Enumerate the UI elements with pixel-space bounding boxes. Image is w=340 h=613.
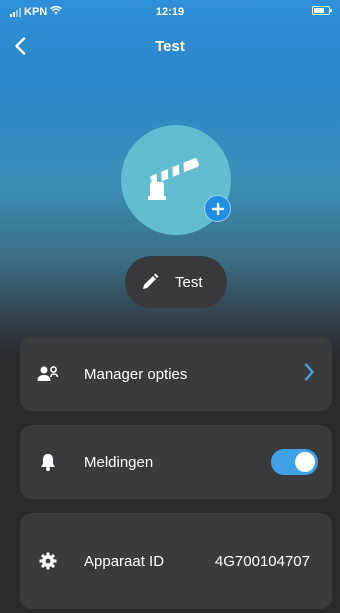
barrier-gate-icon — [148, 158, 199, 200]
device-id-label: Apparaat ID — [84, 552, 165, 570]
device-name: Test — [175, 273, 203, 291]
manager-options-label: Manager opties — [84, 365, 188, 383]
device-id-value: 4G700104707 — [214, 552, 310, 570]
pencil-icon — [143, 273, 159, 289]
notifications-label: Meldingen — [84, 453, 154, 471]
edit-name-button[interactable]: Test — [125, 256, 227, 308]
nav-bar: Test — [0, 28, 340, 64]
gear-icon — [34, 552, 62, 570]
plus-icon — [211, 202, 224, 215]
status-time: 12:19 — [155, 6, 185, 18]
bell-icon — [34, 453, 62, 471]
chevron-right-icon — [304, 362, 314, 386]
add-photo-button[interactable] — [204, 195, 231, 222]
screen: KPN 12:19 Test Test Manager opties Meldi… — [0, 0, 340, 613]
device-id-row: Apparaat ID 4G700104707 — [20, 513, 332, 609]
page-title: Test — [155, 38, 185, 55]
notifications-toggle[interactable] — [271, 449, 318, 475]
battery-icon — [312, 6, 332, 15]
manager-options-row[interactable]: Manager opties — [20, 337, 332, 411]
manager-users-icon — [34, 365, 62, 383]
status-bar: KPN 12:19 — [0, 0, 340, 24]
notifications-row: Meldingen — [20, 425, 332, 499]
